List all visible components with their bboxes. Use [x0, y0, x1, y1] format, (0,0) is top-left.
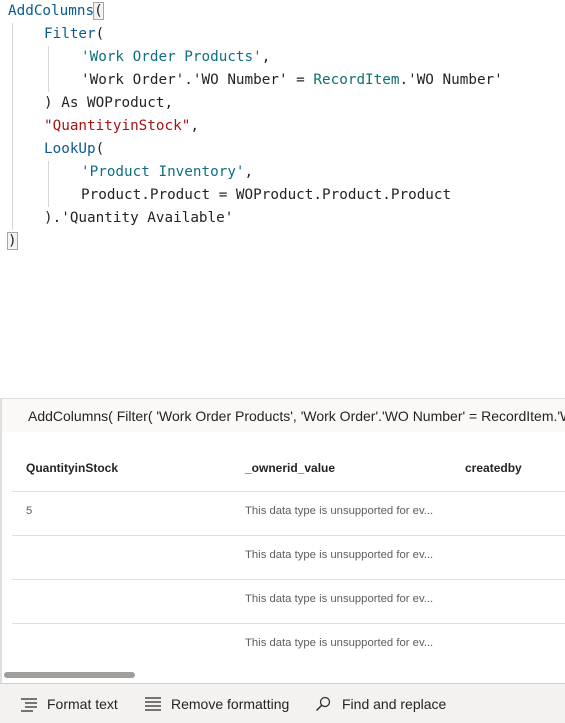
- code-token: "QuantityinStock": [44, 118, 191, 134]
- format-text-button[interactable]: Format text: [19, 684, 118, 723]
- table-row: 5 This data type is unsupported for ev..…: [12, 492, 565, 536]
- code-line[interactable]: Filter(: [44, 23, 104, 46]
- code-token: LookUp: [44, 141, 96, 157]
- cell-ownerid-value: This data type is unsupported for ev...: [245, 637, 434, 649]
- remove-formatting-icon: [145, 696, 161, 711]
- find-and-replace-button[interactable]: Find and replace: [314, 684, 446, 723]
- code-token: 'Product Inventory': [81, 164, 245, 180]
- code-token: Filter: [44, 26, 96, 42]
- format-text-label: Format text: [47, 695, 118, 712]
- code-line[interactable]: 'Product Inventory',: [81, 161, 253, 184]
- cell-quantityinstock: 5: [26, 505, 33, 517]
- formula-editor[interactable]: AddColumns(Filter('Work Order Products',…: [0, 0, 565, 398]
- code-token: ,: [244, 164, 254, 180]
- code-line[interactable]: "QuantityinStock",: [44, 115, 199, 138]
- code-token: Product.Product = WOProduct.Product.Prod…: [81, 187, 452, 203]
- table-row: This data type is unsupported for ev...: [12, 580, 565, 624]
- code-token: RecordItem: [313, 72, 400, 88]
- code-token: ,: [261, 49, 271, 65]
- code-line[interactable]: ) As WOProduct,: [44, 92, 173, 115]
- code-line[interactable]: AddColumns(: [8, 0, 104, 23]
- column-header-quantityinstock[interactable]: QuantityinStock: [26, 448, 118, 488]
- table-header: QuantityinStock _ownerid_value createdby: [12, 448, 565, 492]
- code-token: (: [95, 141, 105, 157]
- code-line[interactable]: 'Work Order Products',: [81, 46, 270, 69]
- indent-guide: [48, 46, 49, 92]
- column-header-ownerid-value[interactable]: _ownerid_value: [245, 448, 335, 488]
- cell-ownerid-value: This data type is unsupported for ev...: [245, 505, 434, 517]
- code-token: 'Work Order Products': [81, 49, 262, 65]
- code-token: 'Work Order'.'WO Number' =: [81, 72, 314, 88]
- code-token: (: [95, 26, 105, 42]
- matched-bracket: (: [93, 2, 104, 20]
- formula-preview-text: AddColumns( Filter( 'Work Order Products…: [28, 407, 565, 424]
- code-token: ) As WOProduct,: [44, 95, 174, 111]
- cell-ownerid-value: This data type is unsupported for ev...: [245, 593, 434, 605]
- remove-formatting-label: Remove formatting: [171, 695, 290, 712]
- indent-guide: [12, 23, 13, 230]
- code-line[interactable]: Product.Product = WOProduct.Product.Prod…: [81, 184, 451, 207]
- indent-guide: [48, 161, 49, 207]
- code-token: ).'Quantity Available': [44, 210, 234, 226]
- search-icon: [315, 696, 331, 711]
- matched-bracket: ): [7, 232, 18, 250]
- find-and-replace-label: Find and replace: [342, 695, 447, 712]
- code-line[interactable]: LookUp(: [44, 138, 104, 161]
- cell-ownerid-value: This data type is unsupported for ev...: [245, 549, 434, 561]
- code-line[interactable]: ): [7, 230, 18, 253]
- column-header-createdby[interactable]: createdby: [465, 448, 522, 488]
- format-text-icon: [21, 697, 37, 712]
- horizontal-scrollbar[interactable]: [2, 670, 565, 680]
- code-token: AddColumns: [8, 3, 95, 19]
- remove-formatting-button[interactable]: Remove formatting: [143, 684, 289, 723]
- scrollbar-thumb[interactable]: [4, 672, 135, 678]
- code-line[interactable]: ).'Quantity Available': [44, 207, 233, 230]
- code-token: .'WO Number': [399, 72, 503, 88]
- formula-preview-bar[interactable]: AddColumns( Filter( 'Work Order Products…: [2, 398, 565, 432]
- code-line[interactable]: 'Work Order'.'WO Number' = RecordItem.'W…: [81, 69, 503, 92]
- result-table: QuantityinStock _ownerid_value createdby…: [12, 448, 565, 663]
- table-row: This data type is unsupported for ev...: [12, 536, 565, 580]
- formula-toolbar: Format text Remove formatting Find and r…: [0, 683, 565, 723]
- code-token: ,: [190, 118, 199, 134]
- table-row: This data type is unsupported for ev...: [12, 624, 565, 663]
